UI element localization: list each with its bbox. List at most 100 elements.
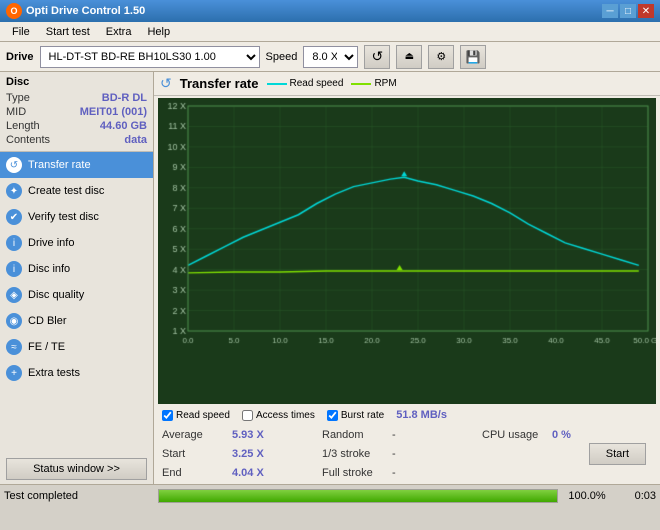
nav-create-label: Create test disc: [28, 185, 104, 197]
cpu-stat: CPU usage 0 %: [482, 426, 652, 444]
nav-fe-te[interactable]: ≈ FE / TE: [0, 334, 153, 360]
start-label: Start: [162, 448, 232, 460]
nav-driveinfo-label: Drive info: [28, 237, 74, 249]
status-bar: Test completed 100.0% 0:03: [0, 484, 660, 506]
disc-mid-label: MID: [6, 106, 26, 118]
save-button[interactable]: 💾: [460, 45, 486, 69]
menu-bar: File Start test Extra Help: [0, 22, 660, 42]
start-value: 3.25 X: [232, 448, 264, 460]
random-label: Random: [322, 429, 392, 441]
burst-rate-value: 51.8 MB/s: [396, 409, 447, 421]
checkbox-access-times-label: Access times: [256, 410, 315, 421]
close-button[interactable]: ✕: [638, 4, 654, 18]
progress-bar: [158, 489, 558, 503]
speed-label: Speed: [266, 51, 298, 63]
title-bar: O Opti Drive Control 1.50 ─ □ ✕: [0, 0, 660, 22]
disc-contents-label: Contents: [6, 134, 50, 146]
status-text: Test completed: [4, 490, 154, 502]
nav-discinfo-label: Disc info: [28, 263, 70, 275]
end-value: 4.04 X: [232, 467, 264, 479]
menu-extra[interactable]: Extra: [98, 24, 140, 40]
nav-cdbler-label: CD Bler: [28, 315, 67, 327]
nav-extratests-label: Extra tests: [28, 367, 80, 379]
sidebar: Disc Type BD-R DL MID MEIT01 (001) Lengt…: [0, 72, 154, 484]
status-window-label: Status window >>: [33, 463, 120, 475]
disc-contents-row: Contents data: [6, 133, 147, 147]
average-label: Average: [162, 429, 232, 441]
legend-rpm: RPM: [351, 78, 396, 89]
maximize-button[interactable]: □: [620, 4, 636, 18]
nav-create-icon: ✦: [6, 183, 22, 199]
average-value: 5.93 X: [232, 429, 264, 441]
disc-length-row: Length 44.60 GB: [6, 119, 147, 133]
nav-disc-info[interactable]: i Disc info: [0, 256, 153, 282]
menu-start-test[interactable]: Start test: [38, 24, 98, 40]
stroke13-value: -: [392, 448, 396, 460]
menu-help[interactable]: Help: [139, 24, 178, 40]
checkbox-read-speed-label: Read speed: [176, 410, 230, 421]
progress-fill: [159, 490, 557, 502]
nav-transfer-icon: ↺: [6, 157, 22, 173]
nav-drive-info[interactable]: i Drive info: [0, 230, 153, 256]
drive-bar: Drive HL-DT-ST BD-RE BH10LS30 1.00 Speed…: [0, 42, 660, 72]
chart-icon: ↺: [160, 75, 172, 92]
drive-select[interactable]: HL-DT-ST BD-RE BH10LS30 1.00: [40, 46, 260, 68]
eject-button[interactable]: ⏏: [396, 45, 422, 69]
checkbox-access-times[interactable]: Access times: [242, 410, 315, 421]
drive-label: Drive: [6, 51, 34, 63]
random-stat: Random -: [322, 426, 482, 444]
legend-rpm-label: RPM: [374, 78, 396, 89]
nav-verify-test-disc[interactable]: ✔ Verify test disc: [0, 204, 153, 230]
progress-pct: 100.0%: [562, 490, 612, 502]
app-title: Opti Drive Control 1.50: [26, 5, 145, 17]
stats-area: Average 5.93 X Random - CPU usage 0 % St…: [154, 424, 660, 484]
nav-create-test-disc[interactable]: ✦ Create test disc: [0, 178, 153, 204]
speed-select[interactable]: 8.0 X: [303, 46, 358, 68]
empty-stat: [482, 464, 652, 482]
nav-extra-tests[interactable]: + Extra tests: [0, 360, 153, 386]
checkbox-burst-rate-input[interactable]: [327, 410, 338, 421]
nav-fete-label: FE / TE: [28, 341, 65, 353]
nav-transfer-rate[interactable]: ↺ Transfer rate: [0, 152, 153, 178]
refresh-button[interactable]: ↺: [364, 45, 390, 69]
start-stat: Start 3.25 X: [162, 445, 322, 463]
nav-discquality-label: Disc quality: [28, 289, 84, 301]
checkbox-access-times-input[interactable]: [242, 410, 253, 421]
stroke13-label: 1/3 stroke: [322, 448, 392, 460]
random-value: -: [392, 429, 396, 441]
cpu-label: CPU usage: [482, 429, 552, 441]
menu-file[interactable]: File: [4, 24, 38, 40]
stroke13-stat: 1/3 stroke -: [322, 445, 482, 463]
end-stat: End 4.04 X: [162, 464, 322, 482]
minimize-button[interactable]: ─: [602, 4, 618, 18]
nav-driveinfo-icon: i: [6, 235, 22, 251]
chart-header: ↺ Transfer rate Read speed RPM: [154, 72, 660, 96]
legend-read-color: [267, 83, 287, 85]
disc-contents-value: data: [124, 134, 147, 146]
disc-title: Disc: [6, 76, 147, 88]
end-label: End: [162, 467, 232, 479]
cpu-value: 0 %: [552, 429, 571, 441]
legend-rpm-color: [351, 83, 371, 85]
checkbox-burst-rate-label: Burst rate: [341, 410, 384, 421]
legend-read-speed: Read speed: [267, 78, 344, 89]
checkbox-burst-rate[interactable]: Burst rate: [327, 410, 384, 421]
nav-cd-bler[interactable]: ◉ CD Bler: [0, 308, 153, 334]
fullstroke-value: -: [392, 467, 396, 479]
checkbox-read-speed-input[interactable]: [162, 410, 173, 421]
status-time: 0:03: [616, 490, 656, 502]
nav-disc-quality[interactable]: ◈ Disc quality: [0, 282, 153, 308]
disc-section: Disc Type BD-R DL MID MEIT01 (001) Lengt…: [0, 72, 153, 152]
nav-transfer-label: Transfer rate: [28, 159, 91, 171]
start-button[interactable]: Start: [589, 443, 646, 465]
settings-button[interactable]: ⚙: [428, 45, 454, 69]
fullstroke-stat: Full stroke -: [322, 464, 482, 482]
chart-canvas-container: [158, 98, 656, 404]
checkbox-read-speed[interactable]: Read speed: [162, 410, 230, 421]
disc-mid-row: MID MEIT01 (001): [6, 105, 147, 119]
start-btn-cell: Start: [482, 445, 652, 463]
chart-area: ↺ Transfer rate Read speed RPM Read spee…: [154, 72, 660, 484]
nav-extratests-icon: +: [6, 365, 22, 381]
status-window-button[interactable]: Status window >>: [6, 458, 147, 480]
nav-verify-icon: ✔: [6, 209, 22, 225]
